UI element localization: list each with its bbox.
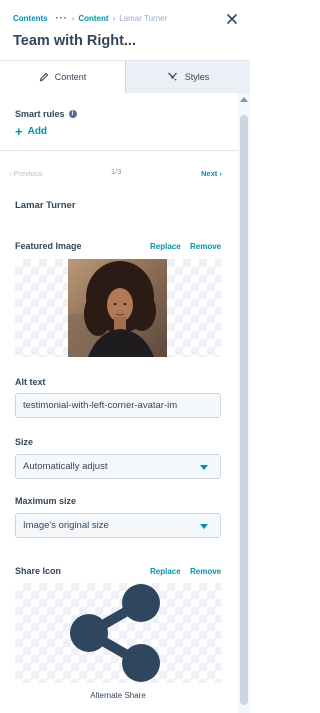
size-select[interactable]: Automatically adjust [15, 454, 221, 479]
page-count: 1/3 [111, 167, 122, 176]
tab-content-label: Content [54, 72, 87, 82]
breadcrumb-current: Lamar Turner [119, 13, 168, 23]
next-button[interactable]: Next › [201, 169, 222, 178]
chevron-right-icon: › [112, 13, 116, 23]
breadcrumb-content[interactable]: Content [78, 14, 108, 23]
size-select-value: Automatically adjust [23, 461, 108, 472]
pencil-icon [39, 72, 49, 82]
maximum-size-label: Maximum size [15, 496, 77, 506]
smart-rules-label: Smart rules i [15, 109, 77, 119]
share-icon [70, 584, 160, 682]
divider [0, 150, 238, 151]
close-icon[interactable] [226, 12, 238, 24]
breadcrumb-more-button[interactable]: ··· [56, 13, 68, 23]
share-icon-label: Share Icon [15, 566, 62, 576]
share-icon-caption: Alternate Share [90, 691, 146, 700]
previous-button[interactable]: ‹ Previous [9, 169, 43, 178]
content-panel: Smart rules i + Add ‹ Previous 1/3 Next … [0, 93, 238, 713]
tab-styles-label: Styles [184, 72, 210, 82]
info-icon[interactable]: i [68, 110, 77, 118]
featured-image-label: Featured Image [15, 241, 82, 251]
alt-text-input[interactable]: testimonial-with-left-corner-avatar-im [15, 393, 221, 418]
featured-image-preview[interactable] [15, 259, 221, 357]
tab-content[interactable]: Content [0, 61, 126, 93]
share-icon-remove-button[interactable]: Remove [190, 567, 221, 576]
portrait-photo [68, 259, 167, 357]
maximum-size-select[interactable]: Image's original size [15, 513, 221, 538]
share-icon-replace-button[interactable]: Replace [150, 567, 181, 576]
add-smart-rule-button[interactable]: + Add [15, 123, 48, 139]
caret-down-icon [200, 524, 208, 529]
alt-text-label: Alt text [15, 377, 46, 387]
caret-down-icon [200, 465, 208, 470]
item-pager: ‹ Previous 1/3 Next › [0, 167, 238, 179]
add-label: Add [27, 126, 48, 137]
scrollbar[interactable] [238, 93, 250, 713]
item-title: Lamar Turner [15, 200, 76, 211]
breadcrumb: Contents ··· › Content › Lamar Turner [13, 13, 167, 23]
chevron-right-icon: › [71, 13, 75, 23]
breadcrumb-contents[interactable]: Contents [13, 14, 48, 23]
brush-icon [167, 72, 177, 81]
featured-image-remove-button[interactable]: Remove [190, 242, 221, 251]
size-label: Size [15, 437, 34, 447]
editor-sidebar: Contents ··· › Content › Lamar Turner Te… [0, 0, 250, 713]
scroll-up-arrow-icon[interactable] [240, 97, 248, 102]
share-icon-preview[interactable] [15, 583, 221, 683]
plus-icon: + [15, 123, 23, 139]
sidebar-header: Contents ··· › Content › Lamar Turner Te… [0, 0, 250, 61]
scrollbar-thumb[interactable] [240, 115, 248, 705]
tab-bar: Content Styles [0, 61, 250, 93]
tab-styles[interactable]: Styles [126, 61, 250, 93]
page-title: Team with Right... [13, 33, 136, 49]
featured-image-replace-button[interactable]: Replace [150, 242, 181, 251]
maximum-size-select-value: Image's original size [23, 520, 109, 531]
